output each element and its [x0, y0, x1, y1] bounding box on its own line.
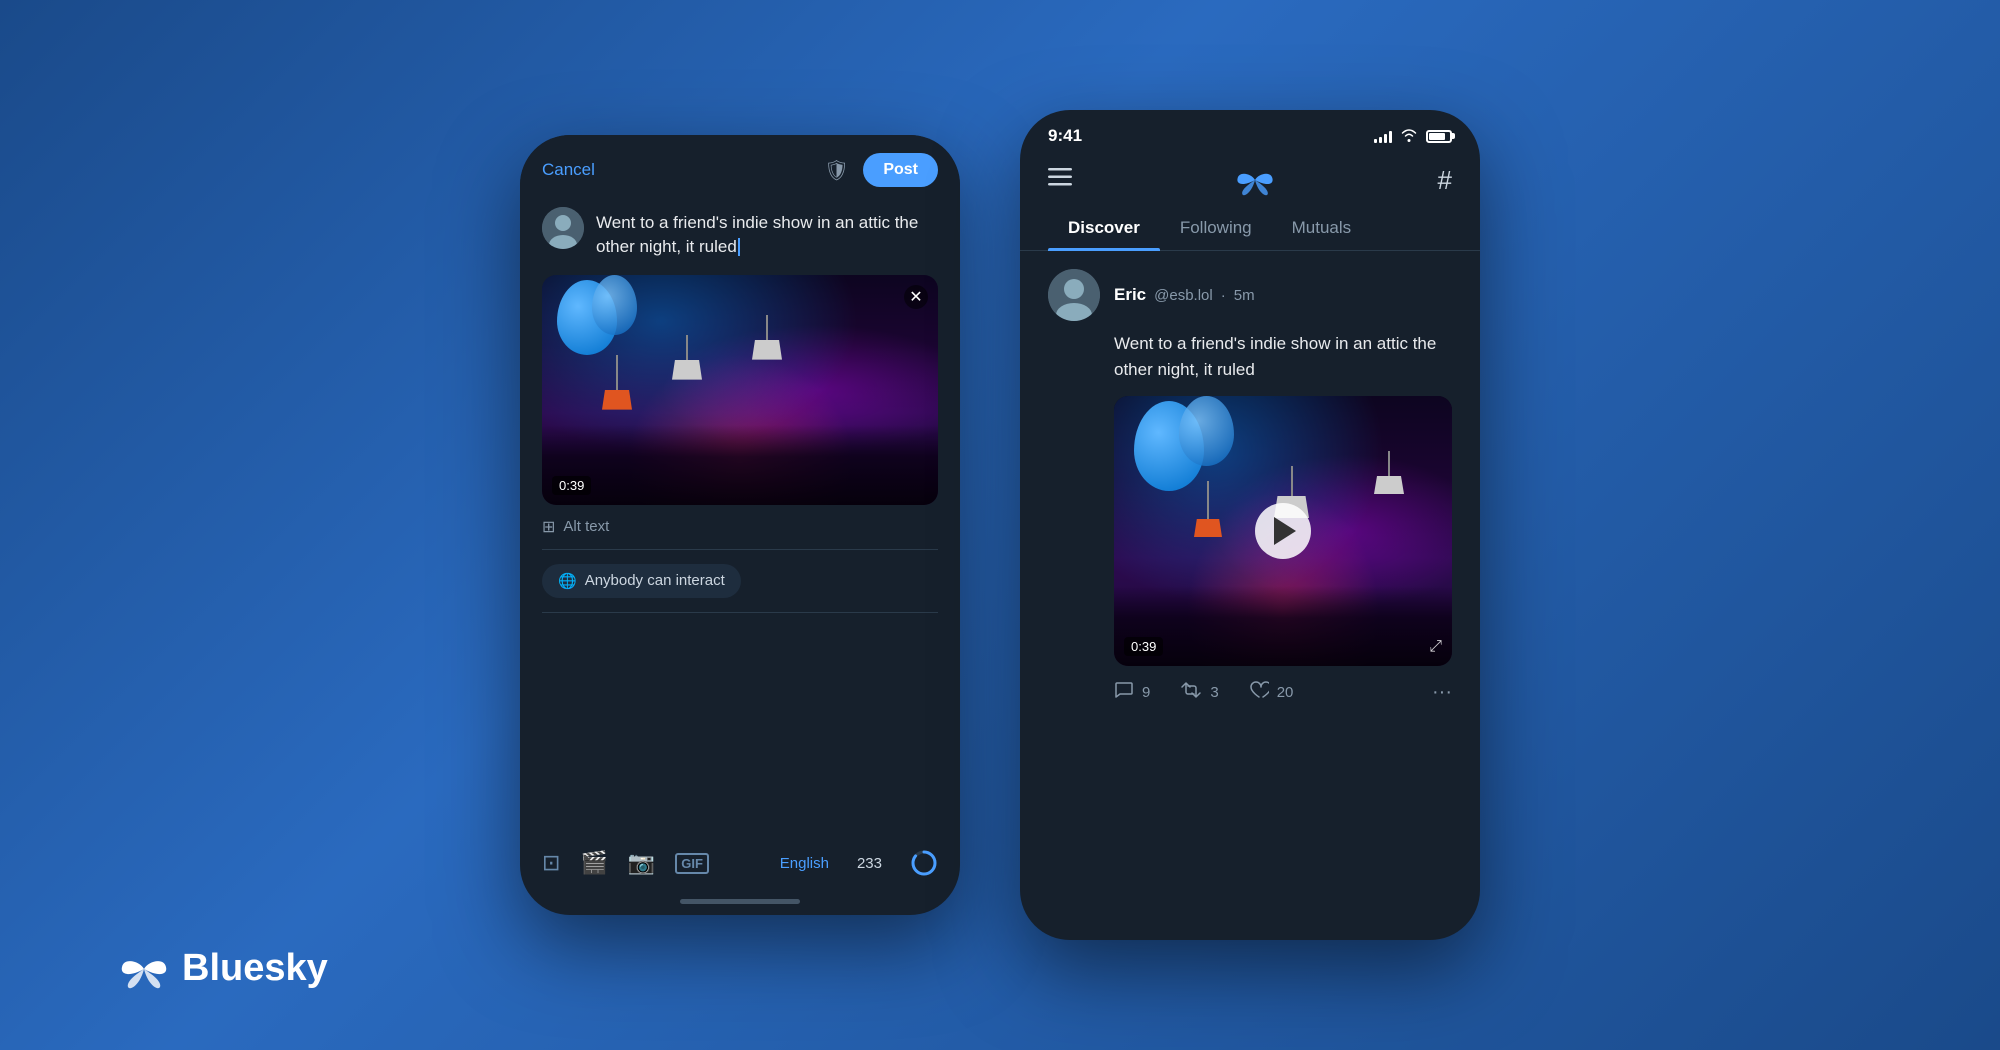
like-icon [1249, 681, 1269, 704]
brand-name: Bluesky [182, 947, 328, 990]
shield-icon[interactable]: 🛡 [824, 158, 849, 183]
cancel-button[interactable]: Cancel [542, 160, 595, 180]
post-lamp-orange [1194, 481, 1222, 537]
post-author-line: Eric @esb.lol · 5m [1114, 285, 1255, 305]
post-lamp2 [1374, 451, 1404, 494]
phones-container: Cancel 🛡 Post Went to a friend's indie s… [520, 110, 1480, 940]
post-header: Eric @esb.lol · 5m [1048, 269, 1452, 321]
battery-icon [1426, 130, 1452, 143]
compose-video-attachment: ✕ 0:39 [542, 275, 938, 505]
post-video-duration: 0:39 [1124, 637, 1163, 656]
app-header: # [1020, 154, 1480, 208]
interact-row: 🌐 Anybody can interact [520, 550, 960, 612]
char-count: 233 [857, 855, 882, 872]
post-meta: Eric @esb.lol · 5m [1114, 269, 1255, 321]
char-count-ring [910, 849, 938, 877]
interaction-label: Anybody can interact [585, 572, 725, 589]
post-author-name[interactable]: Eric [1114, 285, 1146, 305]
post-handle[interactable]: @esb.lol [1154, 287, 1213, 304]
like-count: 20 [1277, 684, 1294, 701]
lamp2-decoration [752, 315, 782, 360]
brand-butterfly-icon [120, 949, 168, 989]
globe-icon: 🌐 [558, 572, 577, 590]
gif-toolbar-icon[interactable]: GIF [675, 853, 709, 874]
status-icons [1374, 128, 1452, 145]
alt-text-row: ⊞ Alt text [520, 505, 960, 549]
comment-action[interactable]: 9 [1114, 680, 1150, 705]
interaction-setting-badge[interactable]: 🌐 Anybody can interact [542, 564, 741, 598]
post-text: Went to a friend's indie show in an atti… [1114, 331, 1452, 382]
like-action[interactable]: 20 [1249, 681, 1294, 704]
repost-count: 3 [1210, 684, 1218, 701]
branding: Bluesky [120, 947, 328, 990]
camera-toolbar-icon[interactable]: 📷 [628, 850, 655, 876]
signal-bar-4 [1389, 131, 1392, 143]
compose-topbar: Cancel 🛡 Post [520, 135, 960, 197]
post-balloon2 [1179, 396, 1234, 466]
compose-topbar-right: 🛡 Post [824, 153, 938, 187]
video-toolbar-icon[interactable]: 🎬 [580, 850, 607, 876]
menu-hamburger-icon[interactable] [1048, 168, 1072, 192]
balloon2-decoration [592, 275, 637, 335]
image-toolbar-icon[interactable]: ⊡ [542, 850, 560, 876]
language-label[interactable]: English [780, 855, 829, 872]
divider2 [542, 612, 938, 613]
comment-count: 9 [1142, 684, 1150, 701]
feed-phone: 9:41 [1020, 110, 1480, 940]
tab-following[interactable]: Following [1160, 208, 1272, 250]
status-time: 9:41 [1048, 126, 1082, 146]
post-video[interactable]: 0:39 ⤢ [1114, 396, 1452, 666]
app-tabs: Discover Following Mutuals [1020, 208, 1480, 251]
signal-bar-1 [1374, 139, 1377, 143]
alt-text-label[interactable]: Alt text [563, 518, 609, 535]
play-button[interactable] [1255, 503, 1311, 559]
lamp-decoration [672, 335, 702, 380]
alt-text-icon: ⊞ [542, 517, 555, 537]
compose-phone: Cancel 🛡 Post Went to a friend's indie s… [520, 135, 960, 915]
lamp-orange-decoration [602, 355, 632, 410]
post-author-avatar[interactable] [1048, 269, 1100, 321]
user-avatar-small [542, 207, 584, 249]
post-time: 5m [1234, 287, 1255, 304]
home-bar [680, 899, 800, 904]
home-indicator [520, 887, 960, 915]
compose-text-field[interactable]: Went to a friend's indie show in an atti… [596, 207, 938, 259]
post-container: Eric @esb.lol · 5m Went to a friend's in… [1020, 251, 1480, 940]
tab-mutuals[interactable]: Mutuals [1272, 208, 1372, 250]
signal-bar-3 [1384, 134, 1387, 143]
more-actions-button[interactable]: ··· [1432, 681, 1452, 704]
status-bar: 9:41 [1020, 110, 1480, 154]
compose-toolbar: ⊡ 🎬 📷 GIF English 233 [520, 839, 960, 887]
video-duration-badge: 0:39 [552, 476, 591, 495]
post-dot: · [1221, 287, 1226, 304]
video-close-button[interactable]: ✕ [904, 285, 928, 309]
play-triangle-icon [1274, 517, 1296, 545]
post-button[interactable]: Post [863, 153, 938, 187]
video-scene [542, 275, 938, 505]
post-actions: 9 3 [1048, 666, 1452, 705]
repost-icon [1180, 681, 1202, 704]
tab-discover[interactable]: Discover [1048, 208, 1160, 250]
signal-bar-2 [1379, 137, 1382, 143]
post-people [1114, 586, 1452, 666]
comment-icon [1114, 680, 1134, 705]
hash-icon[interactable]: # [1438, 165, 1452, 196]
bluesky-logo-icon [1236, 164, 1274, 196]
compose-body: Went to a friend's indie show in an atti… [520, 197, 960, 269]
wifi-icon [1400, 128, 1418, 145]
post-video-pin-icon: ⤢ [1429, 638, 1442, 656]
signal-bars-icon [1374, 129, 1392, 143]
repost-action[interactable]: 3 [1180, 681, 1218, 704]
people-decoration [542, 425, 938, 505]
